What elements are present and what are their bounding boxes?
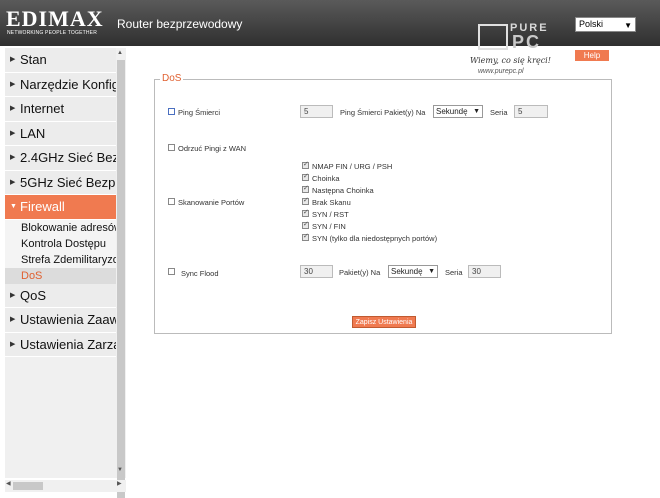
ping-of-death-burst-input[interactable]: 5 <box>514 105 548 118</box>
sidebar-item-label: 2.4GHz Sieć Bez <box>20 150 116 165</box>
port-scan-option-checkbox[interactable] <box>302 196 309 205</box>
sidebar-horizontal-scrollbar[interactable]: ◀ ▶ <box>5 480 126 492</box>
chevron-down-icon: ▼ <box>473 108 480 115</box>
monitor-icon <box>478 24 508 50</box>
logo-tagline: NETWORKING PEOPLE TOGETHER <box>7 30 98 36</box>
sidebar-item-lan[interactable]: ▶ LAN <box>5 121 116 146</box>
ping-of-death-per-label: Ping Śmierci Pakiet(y) Na <box>340 108 426 117</box>
sync-flood-count-input[interactable]: 30 <box>300 265 333 278</box>
ping-of-death-unit-value: Sekundę <box>436 107 468 116</box>
port-scan-option-label: NMAP FIN / URG / PSH <box>312 162 393 171</box>
sidebar-item-label: Stan <box>20 52 47 67</box>
sidebar-subitem-dos[interactable]: DoS <box>5 267 116 284</box>
sidebar: ▶ Stan ▶ Narzędzie Konfigu ▶ Internet ▶ LAN … <box>5 48 116 478</box>
triangle-right-icon: ▶ <box>10 154 16 161</box>
port-scan-option-checkbox[interactable] <box>302 220 309 229</box>
ping-of-death-burst-label: Seria <box>490 108 508 117</box>
sidebar-item-24ghz[interactable]: ▶ 2.4GHz Sieć Bez <box>5 146 116 171</box>
help-button[interactable]: Help <box>575 50 609 61</box>
triangle-down-icon: ▼ <box>10 203 17 210</box>
sidebar-item-narzedzie[interactable]: ▶ Narzędzie Konfigu <box>5 72 116 97</box>
triangle-right-icon: ▶ <box>10 178 16 186</box>
sidebar-subitem-kontrola[interactable]: Kontrola Dostępu <box>5 235 116 252</box>
port-scan-label: Skanowanie Portów <box>178 198 245 207</box>
page-title: Router bezprzewodowy <box>117 17 243 31</box>
port-scan-option-checkbox[interactable] <box>302 232 309 241</box>
triangle-right-icon: ▶ <box>10 105 16 112</box>
port-scan-option-label: Choinka <box>312 174 340 183</box>
sidebar-item-zaawansowane[interactable]: ▶ Ustawienia Zaaw <box>5 308 116 333</box>
sidebar-subitem-dmz[interactable]: Strefa Zdemilitaryzov <box>5 251 116 268</box>
sync-flood-burst-input[interactable]: 30 <box>468 265 501 278</box>
sync-flood-checkbox[interactable] <box>168 268 175 275</box>
triangle-right-icon: ▶ <box>10 80 16 88</box>
sync-flood-per-label: Pakiet(y) Na <box>339 268 381 277</box>
sidebar-item-label: 5GHz Sieć Bezpr <box>20 174 116 190</box>
scroll-right-icon[interactable]: ▶ <box>117 480 122 487</box>
chevron-down-icon: ▼ <box>428 268 435 275</box>
watermark-url: www.purepc.pl <box>478 68 524 75</box>
chevron-down-icon: ▼ <box>624 21 632 30</box>
sidebar-subitem-blokowanie[interactable]: Blokowanie adresów <box>5 219 116 236</box>
save-settings-button[interactable]: Zapisz Ustawienia <box>352 316 416 328</box>
sidebar-item-label: Ustawienia Zaaw <box>20 312 116 327</box>
port-scan-option-checkbox[interactable] <box>302 184 309 193</box>
sidebar-item-5ghz[interactable]: ▶ 5GHz Sieć Bezpr <box>5 170 116 195</box>
sidebar-item-label: Narzędzie Konfigu <box>20 76 116 92</box>
sync-flood-burst-label: Seria <box>445 268 463 277</box>
port-scan-option-checkbox[interactable] <box>302 160 309 169</box>
port-scan-option-label: Następna Choinka <box>312 186 374 195</box>
sidebar-item-label: Ustawienia Zarzą <box>20 336 116 352</box>
sidebar-item-firewall[interactable]: ▼ Firewall <box>5 195 116 220</box>
dos-legend: DoS <box>160 73 184 84</box>
sidebar-vertical-scrollbar[interactable]: ▲ ▼ <box>116 48 126 498</box>
triangle-right-icon: ▶ <box>10 56 16 63</box>
sidebar-item-internet[interactable]: ▶ Internet <box>5 97 116 122</box>
sidebar-item-stan[interactable]: ▶ Stan <box>5 48 116 73</box>
port-scan-option-label: SYN (tylko dla niedostępnych portów) <box>312 234 438 243</box>
sidebar-item-label: Internet <box>20 101 65 116</box>
port-scan-checkbox[interactable] <box>168 198 175 205</box>
scroll-thumb[interactable] <box>13 482 43 490</box>
watermark-brand-bottom: PC <box>512 32 542 52</box>
scroll-thumb[interactable] <box>117 60 125 498</box>
ping-of-death-checkbox[interactable] <box>168 108 175 115</box>
port-scan-option-label: Brak Skanu <box>312 198 351 207</box>
port-scan-option-label: SYN / FIN <box>312 222 346 231</box>
sync-flood-unit-select[interactable]: Sekundę ▼ <box>388 265 438 278</box>
purepc-watermark: PURE PC Wiemy, co się kręci! www.purepc.… <box>470 20 580 78</box>
logo-text: EDIMAX <box>6 6 104 31</box>
port-scan-option-checkbox[interactable] <box>302 208 309 217</box>
triangle-right-icon: ▶ <box>10 340 16 348</box>
sidebar-item-label: QoS <box>20 287 47 303</box>
scroll-up-icon[interactable]: ▲ <box>117 50 123 56</box>
triangle-right-icon: ▶ <box>10 129 16 137</box>
ping-of-death-label: Ping Śmierci <box>178 108 221 117</box>
sidebar-item-label: Firewall <box>20 199 65 214</box>
language-select[interactable]: Polski ▼ <box>575 17 636 32</box>
ping-of-death-unit-select[interactable]: Sekundę ▼ <box>433 105 483 118</box>
scroll-down-icon[interactable]: ▼ <box>117 467 123 473</box>
port-scan-option-checkbox[interactable] <box>302 172 309 181</box>
watermark-slogan: Wiemy, co się kręci! <box>470 56 551 65</box>
triangle-right-icon: ▶ <box>10 291 16 299</box>
language-value: Polski <box>579 19 604 29</box>
sync-flood-label: Sync Flood <box>181 269 219 278</box>
ping-of-death-count-input[interactable]: 5 <box>300 105 333 118</box>
port-scan-option-label: SYN / RST <box>312 210 349 219</box>
discard-ping-label: Odrzuć Pingi z WAN <box>178 144 247 153</box>
sync-flood-unit-value: Sekundę <box>391 267 423 276</box>
discard-ping-checkbox[interactable] <box>168 144 175 151</box>
edimax-logo: EDIMAX NETWORKING PEOPLE TOGETHER <box>6 8 106 40</box>
sidebar-item-label: LAN <box>20 125 46 141</box>
sidebar-item-zarzadzanie[interactable]: ▶ Ustawienia Zarzą <box>5 332 116 357</box>
scroll-left-icon[interactable]: ◀ <box>6 480 11 487</box>
triangle-right-icon: ▶ <box>10 316 16 323</box>
page-scrollbar[interactable] <box>651 56 660 488</box>
sidebar-item-qos[interactable]: ▶ QoS <box>5 283 116 308</box>
